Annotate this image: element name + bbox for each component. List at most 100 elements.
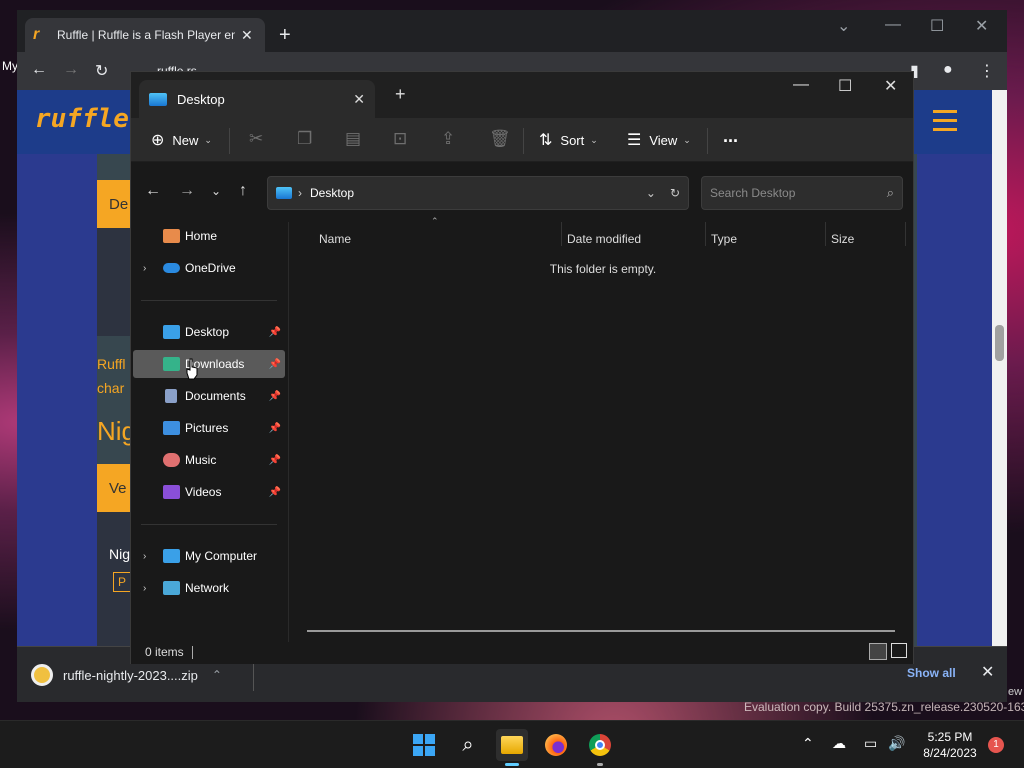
see-more-button[interactable]: ... <box>723 126 738 147</box>
nav-item-music[interactable]: Music 📌 <box>133 446 285 474</box>
notification-badge[interactable]: 1 <box>988 737 1004 753</box>
nav-item-my-computer[interactable]: › My Computer <box>133 542 285 570</box>
chevron-down-icon[interactable]: ⌄ <box>646 186 656 200</box>
refresh-icon[interactable]: ↻ <box>670 186 680 200</box>
close-window-icon[interactable]: ✕ <box>884 76 897 96</box>
divider <box>229 128 230 154</box>
page-scrollbar[interactable] <box>992 90 1007 646</box>
minimize-icon[interactable]: — <box>885 16 901 34</box>
back-icon[interactable]: ← <box>31 61 47 79</box>
show-hidden-icons-chevron-icon[interactable]: ⌃ <box>802 735 814 752</box>
chevron-up-icon[interactable]: ⌃ <box>212 668 222 682</box>
nav-item-videos[interactable]: Videos 📌 <box>133 478 285 506</box>
navigation-pane: Home › OneDrive Desktop 📌 Downloads 📌 Do… <box>131 222 289 642</box>
rename-icon[interactable]: ⊡ <box>393 129 407 149</box>
nav-item-home[interactable]: Home <box>133 222 285 250</box>
page-text: char <box>97 380 125 396</box>
back-icon[interactable]: ← <box>145 182 161 200</box>
nav-item-label: Home <box>185 229 218 243</box>
ruffle-logo[interactable]: ruffle <box>35 104 129 134</box>
browser-tab[interactable]: r Ruffle | Ruffle is a Flash Player em ✕ <box>25 18 265 52</box>
new-tab-icon[interactable]: + <box>279 24 291 47</box>
delete-icon[interactable]: 🗑 <box>489 129 511 149</box>
hamburger-menu-icon[interactable] <box>933 110 957 137</box>
start-button[interactable] <box>408 729 440 761</box>
column-header-type[interactable]: Type <box>711 232 737 246</box>
forward-icon[interactable]: → <box>179 182 195 200</box>
share-icon[interactable]: ⇪ <box>441 129 455 149</box>
horizontal-scrollbar[interactable] <box>307 630 895 632</box>
show-all-downloads-button[interactable]: Show all <box>907 666 956 680</box>
taskbar-firefox[interactable] <box>540 729 572 761</box>
nav-item-pictures[interactable]: Pictures 📌 <box>133 414 285 442</box>
close-window-icon[interactable]: ✕ <box>975 16 988 36</box>
column-header-date-modified[interactable]: Date modified <box>567 232 641 246</box>
explorer-tab[interactable]: Desktop ✕ <box>139 80 375 118</box>
details-view-icon[interactable] <box>869 643 887 660</box>
nav-item-desktop[interactable]: Desktop 📌 <box>133 318 285 346</box>
tab-search-icon[interactable]: ⌄ <box>837 16 850 36</box>
cut-icon[interactable]: ✂ <box>249 129 263 149</box>
nav-item-onedrive[interactable]: › OneDrive <box>133 254 285 282</box>
pin-icon[interactable]: 📌 <box>269 487 281 498</box>
search-box[interactable]: ⌕ <box>701 176 903 210</box>
onedrive-offline-icon[interactable]: ☁ <box>832 735 846 752</box>
column-divider[interactable] <box>561 222 562 246</box>
desktop-label-fragment: My <box>2 59 18 73</box>
forward-icon[interactable]: → <box>63 61 79 79</box>
view-lines-icon: ☰ <box>627 132 642 149</box>
pin-icon[interactable]: 📌 <box>269 359 281 370</box>
nav-item-documents[interactable]: Documents 📌 <box>133 382 285 410</box>
chevron-right-icon[interactable]: › <box>143 263 146 274</box>
profile-icon[interactable]: ● <box>943 61 953 79</box>
pin-icon[interactable]: 📌 <box>269 391 281 402</box>
sort-button[interactable]: ⇅ Sort ⌄ <box>539 130 598 150</box>
address-bar[interactable]: › Desktop ⌄ ↻ <box>267 176 689 210</box>
column-header-name[interactable]: Name <box>319 232 351 246</box>
maximize-icon[interactable]: ☐ <box>930 16 944 36</box>
taskbar-chrome[interactable] <box>584 729 616 761</box>
new-button[interactable]: ⊕ New ⌄ <box>151 130 212 150</box>
close-tab-icon[interactable]: ✕ <box>241 27 253 44</box>
taskbar-search-icon[interactable]: ⌕ <box>452 729 484 761</box>
paste-icon[interactable]: ▤ <box>345 129 361 149</box>
close-download-bar-icon[interactable]: ✕ <box>981 662 994 682</box>
explorer-tab-title: Desktop <box>177 91 225 107</box>
close-tab-icon[interactable]: ✕ <box>353 91 365 108</box>
chevron-right-icon[interactable]: › <box>143 583 146 594</box>
clock[interactable]: 5:25 PM 8/24/2023 <box>920 729 980 761</box>
search-input[interactable] <box>710 186 887 200</box>
computer-icon <box>163 549 180 563</box>
menu-icon[interactable]: ⋮ <box>979 61 995 81</box>
nav-item-label: Videos <box>185 485 222 499</box>
tiles-view-icon[interactable] <box>891 643 907 658</box>
volume-icon[interactable]: 🔊 <box>888 735 905 752</box>
recent-locations-icon[interactable]: ⌄ <box>211 184 221 198</box>
column-header-size[interactable]: Size <box>831 232 854 246</box>
address-path[interactable]: Desktop <box>310 186 632 200</box>
network-icon[interactable]: ▭ <box>864 735 877 752</box>
new-tab-icon[interactable]: + <box>395 84 406 105</box>
copy-icon[interactable]: ❐ <box>297 129 312 149</box>
pin-icon[interactable]: 📌 <box>269 423 281 434</box>
view-button[interactable]: ☰ View ⌄ <box>627 130 691 150</box>
chevron-right-icon[interactable]: › <box>298 186 302 200</box>
chevron-down-icon: ⌄ <box>683 134 691 145</box>
nav-item-network[interactable]: › Network <box>133 574 285 602</box>
maximize-icon[interactable]: ☐ <box>838 76 852 96</box>
desktop-label-fragment-right: ew <box>1008 686 1023 698</box>
reload-icon[interactable]: ↻ <box>95 61 108 81</box>
minimize-icon[interactable]: — <box>793 76 809 94</box>
nav-item-downloads[interactable]: Downloads 📌 <box>133 350 285 378</box>
up-icon[interactable]: ↑ <box>239 182 247 200</box>
taskbar-file-explorer[interactable] <box>496 729 528 761</box>
pin-icon[interactable]: 📌 <box>269 455 281 466</box>
nav-item-label: OneDrive <box>185 261 236 275</box>
column-divider[interactable] <box>705 222 706 246</box>
chevron-right-icon[interactable]: › <box>143 551 146 562</box>
column-divider[interactable] <box>905 222 906 246</box>
divider <box>192 646 193 659</box>
page-scrollbar-thumb[interactable] <box>995 325 1004 361</box>
column-divider[interactable] <box>825 222 826 246</box>
pin-icon[interactable]: 📌 <box>269 327 281 338</box>
